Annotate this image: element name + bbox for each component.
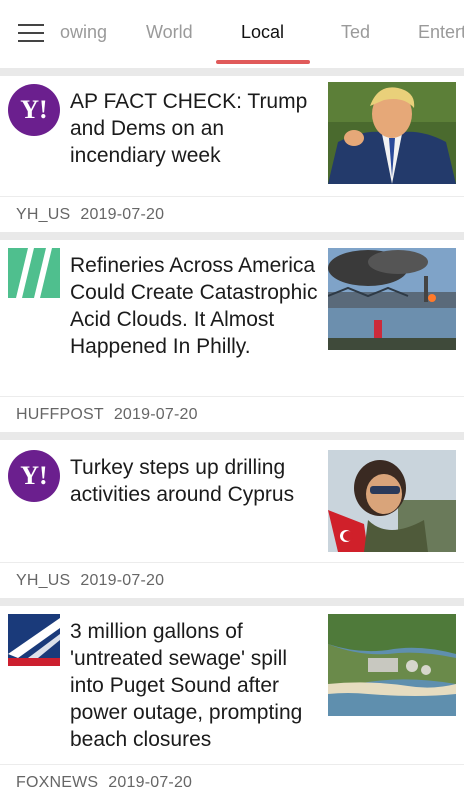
article-card[interactable]: 3 million gallons of 'untreated sewage' … [0, 606, 464, 800]
article-card[interactable]: Y! Turkey steps up drilling activities a… [0, 440, 464, 598]
foxnews-logo [8, 614, 60, 666]
card-divider [0, 396, 464, 397]
tab-entertainment[interactable]: Entert [418, 22, 464, 43]
tab-ted[interactable]: Ted [341, 22, 370, 43]
top-bar: owing World Local Ted Entert [0, 0, 464, 68]
article-date: 2019-07-20 [113, 406, 198, 423]
article-meta: YH_US 2019-07-20 [16, 572, 164, 590]
article-thumbnail[interactable] [328, 248, 456, 350]
article-date: 2019-07-20 [80, 206, 165, 223]
article-source: FOXNEWS [16, 774, 99, 791]
card-divider [0, 764, 464, 765]
category-tabs: owing World Local Ted Entert [60, 0, 464, 68]
tab-following[interactable]: owing [60, 22, 107, 43]
active-tab-indicator [216, 60, 310, 64]
card-divider [0, 196, 464, 197]
article-date: 2019-07-20 [80, 572, 165, 589]
article-source: YH_US [16, 206, 71, 223]
yahoo-logo: Y! [8, 450, 60, 502]
article-source: HUFFPOST [16, 406, 104, 423]
article-headline[interactable]: Refineries Across America Could Create C… [70, 252, 320, 360]
tab-local[interactable]: Local [241, 22, 284, 43]
huffpost-logo [8, 248, 60, 298]
article-thumbnail[interactable] [328, 450, 456, 552]
card-divider [0, 562, 464, 563]
article-meta: FOXNEWS 2019-07-20 [16, 774, 192, 792]
tab-world[interactable]: World [146, 22, 193, 43]
article-thumbnail[interactable] [328, 82, 456, 184]
article-card[interactable]: Y! AP FACT CHECK: Trump and Dems on an i… [0, 76, 464, 232]
article-card[interactable]: Refineries Across America Could Create C… [0, 240, 464, 432]
article-headline[interactable]: AP FACT CHECK: Trump and Dems on an ince… [70, 88, 320, 169]
article-thumbnail[interactable] [328, 614, 456, 716]
article-headline[interactable]: Turkey steps up drilling activities arou… [70, 454, 320, 508]
hamburger-menu-icon[interactable] [18, 24, 44, 44]
article-meta: HUFFPOST 2019-07-20 [16, 406, 198, 424]
article-headline[interactable]: 3 million gallons of 'untreated sewage' … [70, 618, 326, 753]
article-meta: YH_US 2019-07-20 [16, 206, 164, 224]
article-date: 2019-07-20 [108, 774, 193, 791]
article-source: YH_US [16, 572, 71, 589]
yahoo-logo: Y! [8, 84, 60, 136]
